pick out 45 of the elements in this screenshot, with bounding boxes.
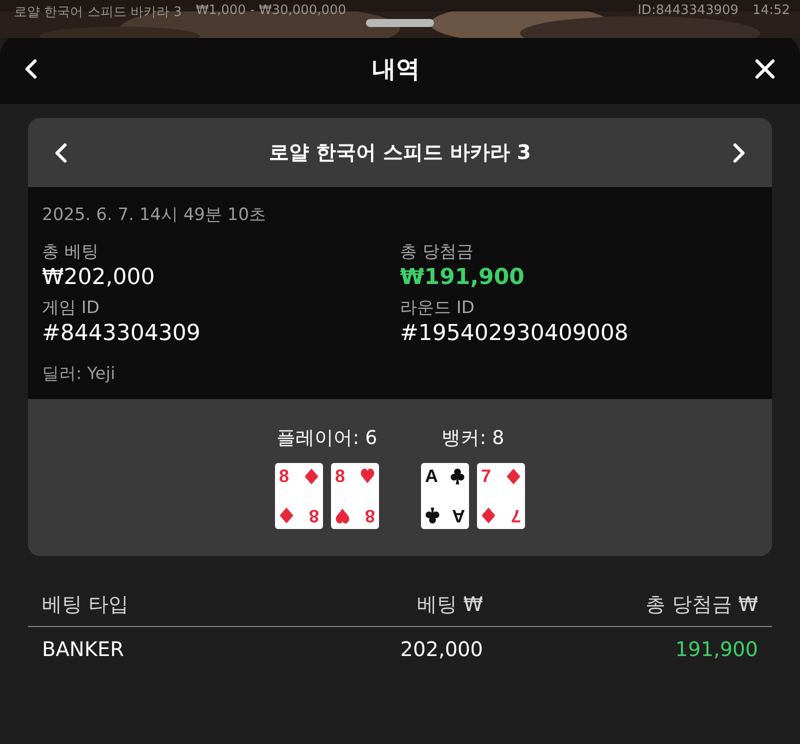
suit-icon — [481, 508, 496, 524]
column-header: 베팅 ₩ — [416, 590, 484, 618]
suit-icon — [360, 468, 375, 484]
field-label: 총 당첨금 — [400, 241, 474, 263]
dealer-name: 딜러: Yeji — [42, 363, 116, 385]
suit-icon — [304, 468, 319, 484]
field-label: 총 베팅 — [42, 241, 100, 263]
drag-handle[interactable] — [366, 19, 434, 27]
suit-icon — [506, 468, 521, 484]
close-icon — [754, 58, 776, 80]
suit-icon — [425, 508, 440, 524]
field-value: ₩202,000 — [42, 265, 156, 290]
chevron-left-icon — [24, 58, 38, 80]
suit-icon — [335, 508, 350, 524]
card-rank: 8 — [335, 466, 346, 486]
card-rank: 8 — [364, 506, 375, 526]
table-cell-text: 191,900 — [674, 637, 759, 661]
card-rank: A — [425, 466, 438, 486]
column-header: 베팅 타입 — [41, 590, 130, 618]
table-name: 로얄 한국어 스피드 바카라 3 — [14, 4, 182, 21]
round-datetime: 2025. 6. 7. 14시 49분 10초 — [42, 204, 268, 226]
suit-icon — [279, 508, 294, 524]
column-header: 총 당첨금 ₩ — [644, 590, 759, 618]
card-rank: 8 — [279, 466, 290, 486]
field-label: 게임 ID — [42, 297, 101, 319]
field-value: ₩191,900 — [400, 265, 526, 290]
hand-score: 플레이어: 6 — [276, 426, 378, 451]
suit-icon — [450, 468, 465, 484]
card-rank: 7 — [510, 506, 521, 526]
hand-score: 뱅커: 8 — [442, 426, 504, 451]
card-rank: 8 — [308, 506, 319, 526]
chevron-right-icon — [732, 142, 746, 164]
table-cell-text: BANKER — [41, 637, 126, 661]
field-value: #195402930409008 — [400, 321, 630, 346]
bet-limits: ₩1,000 - ₩30,000,000 — [196, 3, 346, 20]
card-rank: 7 — [481, 466, 492, 486]
table-cell-text: 202,000 — [399, 637, 484, 661]
game-name: 로얄 한국어 스피드 바카라 3 — [269, 139, 531, 166]
chevron-left-icon — [54, 142, 68, 164]
field-label: 라운드 ID — [400, 297, 476, 319]
field-value: #8443304309 — [42, 321, 202, 346]
card-rank: A — [452, 506, 465, 526]
player-id: ID:8443343909 — [638, 3, 739, 20]
clock: 14:52 — [752, 3, 790, 20]
sheet-title: 내역 — [372, 54, 420, 85]
